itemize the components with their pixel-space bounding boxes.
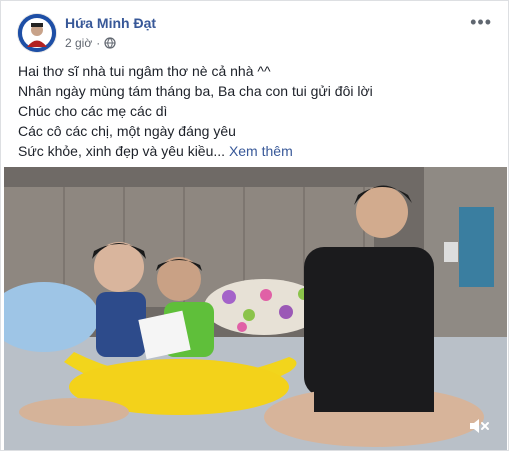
post-card: Hứa Minh Đạt 2 giờ · ••• Hai thơ sĩ nhà …: [0, 0, 509, 451]
post-time[interactable]: 2 giờ: [65, 36, 92, 50]
ellipsis-icon[interactable]: •••: [470, 13, 492, 31]
mute-glyph: [470, 419, 489, 433]
see-more-link[interactable]: Xem thêm: [229, 143, 293, 159]
post-text: Hai thơ sĩ nhà tui ngâm thơ nè cả nhà ^^…: [18, 61, 488, 161]
video-frame: [4, 167, 507, 450]
post-line: Chúc cho các mẹ các dì: [18, 103, 168, 119]
globe-icon[interactable]: [104, 37, 116, 49]
post-line: Hai thơ sĩ nhà tui ngâm thơ nè cả nhà ^^: [18, 63, 271, 79]
post-line: Nhân ngày mùng tám tháng ba, Ba cha con …: [18, 83, 373, 99]
post-line: Sức khỏe, xinh đẹp và yêu kiều...: [18, 143, 226, 159]
speaker-muted-icon[interactable]: [465, 412, 493, 440]
author-name[interactable]: Hứa Minh Đạt: [65, 15, 156, 31]
post-meta: 2 giờ ·: [65, 36, 116, 50]
post-line: Các cô các chị, một ngày đáng yêu: [18, 123, 236, 139]
avatar[interactable]: [18, 14, 56, 52]
avatar-image: [18, 14, 56, 52]
post-line-last: Sức khỏe, xinh đẹp và yêu kiều... Xem th…: [18, 141, 488, 161]
video-player[interactable]: [4, 167, 507, 450]
